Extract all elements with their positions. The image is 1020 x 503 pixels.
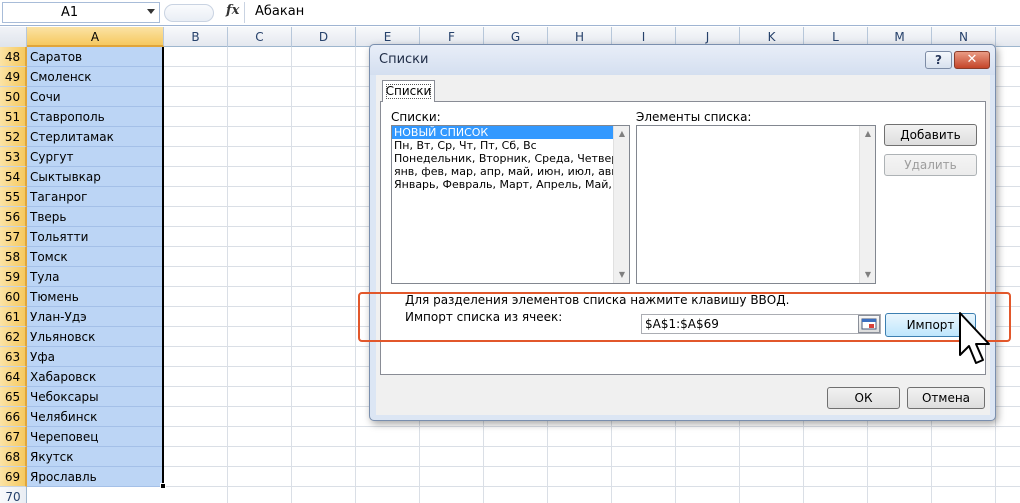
column-header-d[interactable]: D [292,27,356,47]
row-header[interactable]: 67 [0,427,27,447]
name-box[interactable]: A1 [2,2,160,23]
name-box-value: A1 [61,5,79,20]
formula-value: Абакан [255,4,305,19]
list-item[interactable]: Пн, Вт, Ср, Чт, Пт, Сб, Вс [392,139,629,152]
cell[interactable]: Тверь [27,207,164,227]
row-header[interactable]: 48 [0,47,27,67]
range-picker-icon[interactable] [858,315,880,333]
row-header[interactable]: 65 [0,387,27,407]
scroll-down-icon[interactable]: ▼ [614,267,629,283]
fill-handle[interactable] [160,483,166,489]
list-item[interactable]: НОВЫЙ СПИСОК [392,126,629,139]
cell[interactable]: Сургут [27,147,164,167]
cell[interactable]: Тула [27,267,164,287]
dialog-body: Списки Списки: НОВЫЙ СПИСОК Пн, Вт, Ср, … [376,75,990,415]
cell[interactable]: Томск [27,247,164,267]
tab-lists[interactable]: Списки [382,80,435,102]
list-item[interactable]: Понедельник, Вторник, Среда, Четверг, Пя… [392,152,629,165]
cell[interactable]: Челябинск [27,407,164,427]
cell[interactable]: Чебоксары [27,387,164,407]
cell[interactable]: Саратов [27,47,164,67]
lists-label: Списки: [391,110,441,124]
scroll-up-icon[interactable]: ▲ [860,126,875,142]
column-a-cells: Саратов Смоленск Сочи Ставрополь Стерлит… [27,47,164,503]
row-header[interactable]: 64 [0,367,27,387]
cancel-button[interactable]: Отмена [907,387,985,409]
cell[interactable]: Ярославль [27,467,164,487]
cell[interactable]: Стерлитамак [27,127,164,147]
cell[interactable]: Сочи [27,87,164,107]
row-header[interactable]: 53 [0,147,27,167]
mouse-cursor-icon [957,311,993,371]
select-all-corner[interactable] [0,27,27,47]
name-box-splitter[interactable] [164,4,214,22]
row-header[interactable]: 55 [0,187,27,207]
tab-focus-outline [386,84,431,99]
row-header[interactable]: 50 [0,87,27,107]
scroll-up-icon[interactable]: ▲ [614,126,629,142]
selection-border [162,47,164,487]
row-header[interactable]: 59 [0,267,27,287]
list-item[interactable]: янв, фев, мар, апр, май, июн, июл, авг, … [392,165,629,178]
hint-text: Для разделения элементов списка нажмите … [405,293,790,307]
cell[interactable]: Ульяновск [27,327,164,347]
chevron-down-icon[interactable] [147,9,155,14]
lists-dialog: Списки ? ✕ Списки Списки: НОВЫЙ СПИСОК П… [369,44,996,421]
column-header-c[interactable]: C [228,27,292,47]
ok-button[interactable]: ОК [827,387,900,409]
row-header[interactable]: 52 [0,127,27,147]
cell[interactable]: Сыктывкар [27,167,164,187]
insert-function-icon[interactable]: fx [226,3,239,18]
row-header[interactable]: 57 [0,227,27,247]
row-header[interactable]: 54 [0,167,27,187]
cell[interactable]: Ставрополь [27,107,164,127]
import-range-input[interactable]: $A$1:$A$69 [641,314,881,334]
lists-scrollbar[interactable]: ▲ ▼ [613,126,629,283]
row-headers: 48 49 50 51 52 53 54 55 56 57 58 59 60 6… [0,47,27,503]
add-button[interactable]: Добавить [884,124,977,146]
cell[interactable]: Смоленск [27,67,164,87]
lists-listbox[interactable]: НОВЫЙ СПИСОК Пн, Вт, Ср, Чт, Пт, Сб, Вс … [391,125,630,284]
row-header[interactable]: 58 [0,247,27,267]
formula-bar: A1 fx Абакан [0,0,1020,26]
cell[interactable]: Тольятти [27,227,164,247]
cell[interactable]: Череповец [27,427,164,447]
dialog-titlebar[interactable]: Списки ? ✕ [370,45,995,75]
row-header[interactable]: 63 [0,347,27,367]
row-header[interactable]: 51 [0,107,27,127]
cell[interactable]: Улан-Удэ [27,307,164,327]
list-item[interactable]: Январь, Февраль, Март, Апрель, Май, Июнь [392,178,629,191]
row-header[interactable]: 49 [0,67,27,87]
cell[interactable]: Уфа [27,347,164,367]
row-header[interactable]: 68 [0,447,27,467]
row-header[interactable]: 56 [0,207,27,227]
column-header-a[interactable]: A [27,27,164,47]
row-header[interactable]: 60 [0,287,27,307]
delete-button[interactable]: Удалить [884,154,977,176]
cell[interactable] [27,487,164,503]
entries-scrollbar[interactable]: ▲ ▼ [859,126,875,283]
dialog-title: Списки [379,52,429,67]
cell[interactable]: Якутск [27,447,164,467]
row-header[interactable]: 69 [0,467,27,487]
column-header-b[interactable]: B [164,27,228,47]
row-header[interactable]: 61 [0,307,27,327]
row-header[interactable]: 66 [0,407,27,427]
import-label: Импорт списка из ячеек: [405,310,563,324]
help-button[interactable]: ? [925,51,952,69]
close-button[interactable]: ✕ [954,51,990,69]
entries-textarea[interactable]: ▲ ▼ [636,125,876,284]
row-header[interactable]: 70 [0,487,27,503]
cell[interactable]: Хабаровск [27,367,164,387]
row-header[interactable]: 62 [0,327,27,347]
entries-label: Элементы списка: [636,110,752,124]
cell[interactable]: Тюмень [27,287,164,307]
scroll-down-icon[interactable]: ▼ [860,267,875,283]
cell[interactable]: Таганрог [27,187,164,207]
formula-input[interactable]: Абакан [244,2,1018,23]
